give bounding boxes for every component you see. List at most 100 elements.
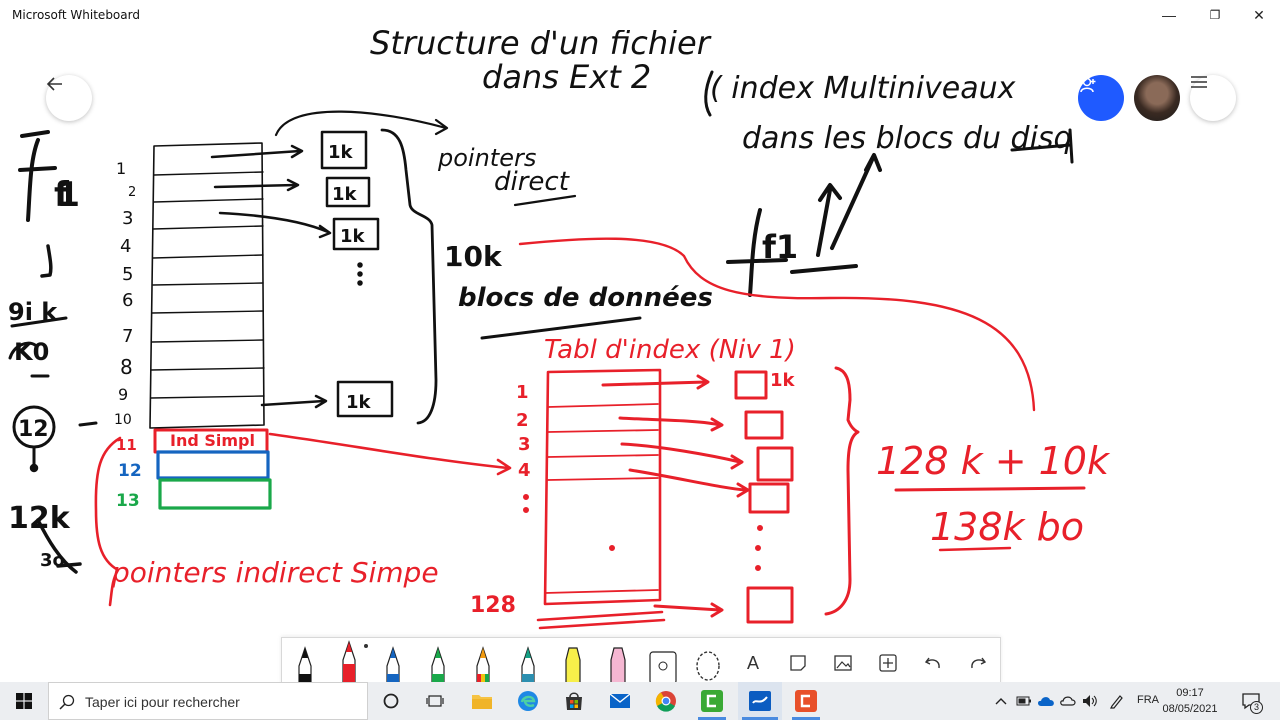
task-view-button[interactable] — [416, 682, 454, 720]
clock-time: 09:17 — [1176, 687, 1204, 699]
share-button[interactable] — [1078, 75, 1124, 121]
note-index: ( index Multiniveaux — [710, 71, 1016, 106]
user-avatar[interactable] — [1134, 75, 1180, 121]
red-pen-tool[interactable] — [332, 640, 366, 684]
row-number: 9 — [118, 385, 128, 404]
row-number: 10 — [114, 412, 132, 428]
taskbar-file-explorer[interactable] — [462, 682, 502, 720]
maximize-button[interactable]: ❐ — [1192, 0, 1238, 30]
total-line: 138k bo — [930, 505, 1084, 549]
black-pen-tool[interactable] — [288, 642, 322, 684]
ink-text: Structure d'un fichier dans Ext 2 ( inde… — [8, 30, 1111, 618]
back-button[interactable] — [46, 75, 92, 121]
tray-volume[interactable] — [1080, 682, 1100, 720]
block-label: 1k — [340, 226, 366, 247]
start-button[interactable] — [0, 682, 48, 720]
lasso-tool[interactable] — [691, 642, 725, 684]
left-4k: 9i k — [8, 298, 58, 326]
yellow-highlighter-tool[interactable] — [556, 642, 590, 684]
ruler-tool[interactable] — [646, 642, 680, 684]
ink-layer: Structure d'un fichier dans Ext 2 ( inde… — [8, 30, 1111, 630]
taskbar-camtasia-recorder[interactable] — [786, 682, 826, 720]
pointers-direct-2: direct — [494, 167, 570, 197]
mail-envelope-icon — [609, 693, 631, 708]
left-f1: f1 — [54, 175, 80, 215]
whiteboard-app: Microsoft Whiteboard — ❐ ✕ Structure d'u… — [0, 0, 1280, 720]
camtasia-green-icon — [701, 690, 723, 712]
taskbar-camtasia[interactable] — [692, 682, 732, 720]
index-block-label: 1k — [770, 370, 796, 391]
task-view-icon — [426, 695, 444, 707]
ruler-icon — [649, 651, 677, 684]
blue-ink — [156, 450, 270, 480]
pen-workspace-icon — [1110, 695, 1123, 709]
taskbar-chrome[interactable] — [646, 682, 686, 720]
windows-logo-icon — [16, 693, 32, 709]
search-icon — [59, 694, 75, 710]
cortana-button[interactable] — [372, 682, 410, 720]
sync-cloud-icon — [1060, 696, 1076, 706]
taskbar-store[interactable] — [554, 682, 594, 720]
camtasia-recorder-icon — [795, 690, 817, 712]
minimize-icon: — — [1162, 7, 1176, 23]
add-tool[interactable] — [871, 642, 905, 684]
ten-k-label: 10k — [444, 240, 503, 273]
taskbar-search[interactable]: Taper ici pour rechercher — [48, 682, 368, 720]
selected-dot — [364, 644, 368, 648]
row-number-11: 11 — [116, 436, 137, 454]
store-bag-icon — [566, 692, 582, 710]
notification-badge: 3 — [1250, 701, 1263, 714]
tray-chevron[interactable] — [992, 682, 1010, 720]
notification-center[interactable]: 3 — [1236, 682, 1266, 720]
close-button[interactable]: ✕ — [1236, 0, 1280, 30]
menu-button[interactable] — [1190, 75, 1236, 121]
undo-button[interactable] — [916, 642, 950, 684]
row-number: 5 — [122, 264, 133, 285]
clock[interactable]: 09:17 08/05/2021 — [1155, 685, 1225, 717]
cortana-circle-icon — [383, 693, 399, 709]
row-number: 4 — [120, 236, 131, 257]
hamburger-menu-icon — [1191, 76, 1207, 88]
left-12: 12 — [18, 417, 49, 442]
index-table-title: Tabl d'index (Niv 1) — [544, 335, 796, 365]
sticky-note-icon — [790, 655, 806, 671]
row-numbers: 1 2 3 4 5 6 7 8 9 10 — [114, 159, 136, 428]
blue-pen-tool[interactable] — [376, 642, 410, 684]
image-tool[interactable] — [826, 642, 860, 684]
taskbar-mail[interactable] — [600, 682, 640, 720]
taskbar: Taper ici pour rechercher FRA 09:17 08/0… — [0, 682, 1280, 720]
ind-simple-label: Ind Simpl — [170, 431, 255, 450]
tray-pen[interactable] — [1106, 682, 1128, 720]
sticky-note-tool[interactable] — [781, 642, 815, 684]
battery-icon — [1016, 696, 1031, 706]
inking-toolbar: A — [281, 637, 1001, 685]
redo-icon — [971, 657, 987, 669]
blocs-donnees-label: blocs de données — [458, 283, 713, 313]
taskbar-edge[interactable] — [508, 682, 548, 720]
tray-onedrive[interactable] — [1036, 682, 1056, 720]
green-pen-icon — [431, 646, 445, 684]
f1-right: f1 — [762, 228, 798, 266]
taskbar-whiteboard[interactable] — [738, 682, 782, 720]
green-pen-tool[interactable] — [421, 642, 455, 684]
image-icon — [834, 655, 852, 671]
clock-date: 08/05/2021 — [1162, 703, 1218, 715]
tray-sync[interactable] — [1058, 682, 1078, 720]
index-last-row: 128 — [470, 593, 516, 618]
block-label: 1k — [328, 142, 354, 163]
text-tool[interactable]: A — [736, 642, 770, 684]
row-number: 1 — [116, 159, 126, 178]
rainbow-pen-tool[interactable] — [466, 642, 500, 684]
pink-highlighter-tool[interactable] — [601, 642, 635, 684]
redo-button[interactable] — [961, 642, 995, 684]
tray-battery[interactable] — [1014, 682, 1034, 720]
galaxy-pen-tool[interactable] — [511, 642, 545, 684]
lasso-icon — [696, 651, 720, 681]
minimize-button[interactable]: — — [1146, 0, 1192, 30]
whiteboard-canvas[interactable]: Structure d'un fichier dans Ext 2 ( inde… — [0, 30, 1280, 682]
folder-icon — [472, 695, 492, 709]
person-add-icon — [1080, 77, 1096, 93]
row-number-12: 12 — [118, 461, 142, 481]
galaxy-pen-icon — [521, 646, 535, 684]
row-number: 8 — [120, 355, 133, 379]
